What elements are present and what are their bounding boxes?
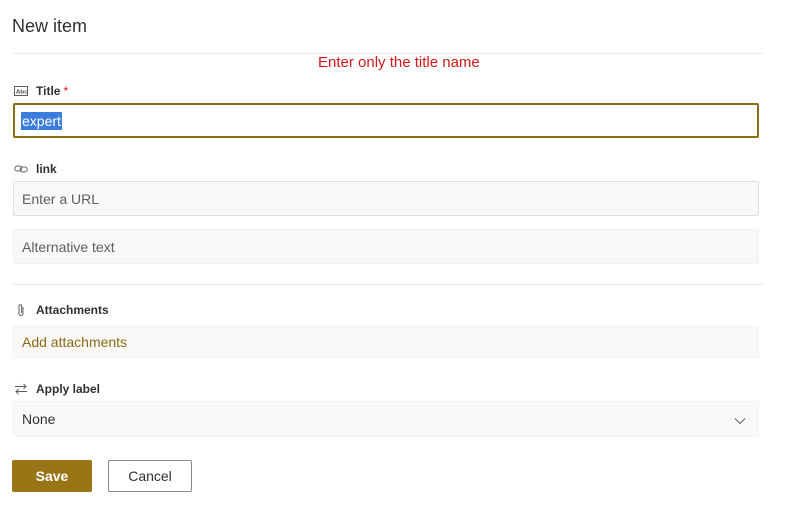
attachments-field-label: Attachments: [14, 302, 109, 318]
paperclip-icon: [14, 303, 28, 317]
attachments-label-text: Attachments: [36, 303, 109, 317]
alt-text-placeholder: Alternative text: [22, 238, 115, 255]
section-divider: [12, 284, 764, 285]
apply-label-selected: None: [22, 411, 56, 427]
title-label-text: Title: [36, 84, 61, 98]
add-attachments-link[interactable]: Add attachments: [22, 334, 127, 350]
required-marker: *: [63, 84, 69, 98]
url-input[interactable]: Enter a URL: [13, 181, 759, 216]
title-field-label: Abc Title *: [14, 83, 68, 99]
url-placeholder: Enter a URL: [22, 190, 100, 207]
title-input[interactable]: expert: [13, 103, 759, 138]
apply-label-text: Apply label: [36, 382, 101, 396]
apply-label-field-label: Apply label: [14, 381, 100, 397]
instruction-note: Enter only the title name: [318, 54, 480, 71]
swap-arrows-icon: [14, 382, 28, 396]
link-icon: [14, 162, 28, 176]
link-label-text: link: [36, 162, 57, 176]
alt-text-input[interactable]: Alternative text: [13, 229, 759, 264]
apply-label-dropdown[interactable]: None: [13, 401, 759, 437]
chevron-down-icon[interactable]: [734, 412, 746, 428]
panel-title: New item: [12, 16, 88, 36]
add-attachments-area[interactable]: Add attachments: [13, 326, 759, 358]
cancel-button[interactable]: Cancel: [108, 460, 192, 492]
link-field-label: link: [14, 161, 57, 177]
new-item-panel: New item Enter only the title name Abc T…: [0, 0, 788, 512]
save-button[interactable]: Save: [12, 460, 92, 492]
title-input-value: expert: [21, 111, 62, 130]
text-field-icon: Abc: [14, 84, 28, 98]
svg-text:Abc: Abc: [16, 90, 27, 96]
